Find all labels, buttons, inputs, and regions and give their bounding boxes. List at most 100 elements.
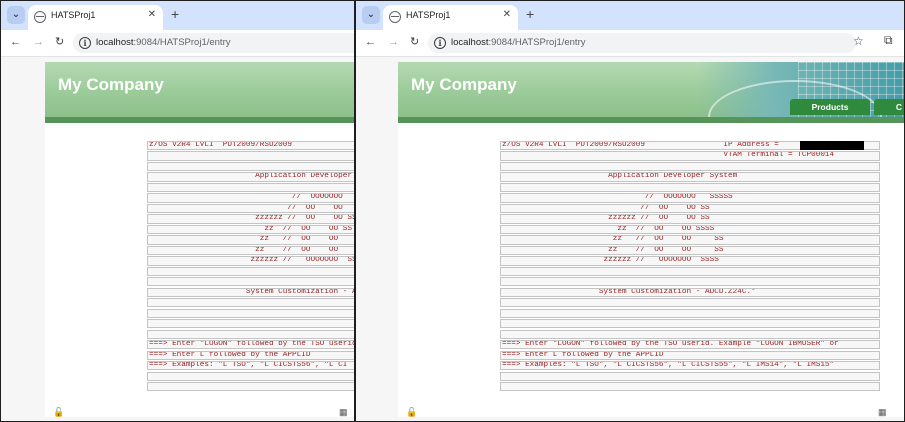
terminal-line — [147, 182, 354, 193]
terminal-line: zzzzzz // OOOOOOO SSSS — [147, 256, 354, 266]
terminal-line: VTAM Terminal = TCP00014 — [500, 151, 880, 161]
bookmark-star-icon[interactable]: ☆ — [853, 34, 864, 48]
close-icon[interactable]: ✕ — [148, 9, 156, 20]
ip-address-redaction — [800, 141, 864, 150]
site-info-icon[interactable]: i — [434, 37, 446, 49]
terminal-line — [147, 266, 354, 276]
globe-icon — [34, 11, 46, 23]
terminal-line: zz // OO OO SS — [500, 245, 880, 256]
page-viewport: My Company z/OS V2R4 LVLI PUT2009/RSU200… — [1, 57, 354, 421]
reload-icon[interactable]: ↻ — [55, 35, 64, 49]
tab-strip: ⌄ HATSProj1 ✕ + — [1, 1, 354, 30]
terminal-line — [500, 319, 880, 329]
browser-window-right: ⌄ HATSProj1 ✕ + ← → ↻ i localhost:9084/H… — [356, 1, 904, 421]
terminal-line: ===> Enter L followed by the APPLID — [500, 350, 880, 360]
terminal-line: // OO OO SS — [500, 203, 880, 214]
address-bar[interactable]: i localhost:9084/HATSProj1/entry — [428, 33, 856, 53]
terminal-line: zz // OO OO SS — [500, 235, 880, 245]
terminal-line — [147, 277, 354, 287]
terminal-line — [500, 382, 880, 392]
terminal-line: zzzzzz // OO OO SS — [500, 214, 880, 224]
address-bar[interactable]: i localhost:9084/HATSProj1/entry — [73, 33, 354, 53]
url-text: localhost:9084/HATSProj1/entry — [451, 37, 585, 48]
terminal-line: System Customization - ADCD.Z24C.* — [500, 287, 880, 297]
terminal-line: // OOOOOOO SSSSS — [500, 193, 880, 203]
terminal-screen: z/OS V2R4 LVLI PUT2009/RSU2009 Applicati… — [147, 141, 354, 405]
terminal-line — [500, 298, 880, 308]
tab-title: HATSProj1 — [406, 10, 451, 20]
terminal-line — [500, 329, 880, 339]
url-host: localhost — [451, 37, 489, 48]
terminal-line: zzzzzz // OOOOOOO SSSS — [500, 256, 880, 266]
company-name: My Company — [58, 75, 164, 94]
hats-page: My Company z/OS V2R4 LVLI PUT2009/RSU200… — [45, 62, 354, 417]
company-banner: My Company — [45, 62, 354, 117]
banner-strip — [398, 117, 904, 123]
terminal-line — [500, 161, 880, 172]
hats-page: My Company Products C z/OS V2R4 LVLI PUT… — [398, 62, 904, 417]
second-nav-tab[interactable]: C — [874, 99, 904, 115]
terminal-line: ===> Examples: "L TSO", "L CICSTS56", "L… — [500, 361, 880, 371]
terminal-line — [500, 182, 880, 193]
terminal-line — [147, 319, 354, 329]
page-viewport: My Company Products C z/OS V2R4 LVLI PUT… — [356, 57, 904, 421]
tab-title: HATSProj1 — [51, 10, 96, 20]
terminal-line: zz // OO OO SS — [147, 224, 354, 235]
extensions-icon[interactable]: ⧉ — [884, 33, 893, 48]
terminal-line — [147, 151, 354, 161]
browser-toolbar: ← → ↻ i localhost:9084/HATSProj1/entry — [356, 30, 904, 57]
terminal-line — [147, 382, 354, 392]
company-banner: My Company Products C — [398, 62, 904, 117]
terminal-line: // OO OO — [147, 203, 354, 214]
unlock-icon[interactable]: 🔓 — [53, 407, 64, 418]
reload-icon[interactable]: ↻ — [410, 35, 419, 49]
terminal-screen: z/OS V2R4 LVLI PUT2009/RSU2009 IP Addres… — [500, 141, 880, 405]
products-tab[interactable]: Products — [790, 99, 870, 115]
terminal-line: System Customization - AD — [147, 287, 354, 297]
new-tab-button[interactable]: + — [171, 6, 179, 22]
terminal-line: z/OS V2R4 LVLI PUT2009/RSU2009 — [147, 141, 354, 151]
browser-toolbar: ← → ↻ i localhost:9084/HATSProj1/entry — [1, 30, 354, 57]
forward-arrow-icon[interactable]: → — [388, 35, 399, 49]
terminal-line — [147, 298, 354, 308]
terminal-line — [147, 371, 354, 381]
terminal-line — [147, 161, 354, 172]
globe-icon — [389, 11, 401, 23]
terminal-line: ===> Examples: "L TSO", "L CICSTS56", "L… — [147, 361, 354, 371]
terminal-line — [500, 308, 880, 318]
tab-search-button[interactable]: ⌄ — [7, 6, 25, 24]
terminal-line: ===> Enter "LOGON" followed by the TSO u… — [147, 340, 354, 350]
terminal-line: zzzzzz // OO OO SS — [147, 214, 354, 224]
terminal-line: // OOOOOOO — [147, 193, 354, 203]
forward-arrow-icon[interactable]: → — [33, 35, 44, 49]
url-host: localhost — [96, 37, 134, 48]
terminal-line: zz // OO OO SSSS — [500, 224, 880, 235]
terminal-line — [500, 371, 880, 381]
terminal-line: zz // OO OO — [147, 245, 354, 256]
screenshot-frame: ⌄ HATSProj1 ✕ + ← → ↻ i localhost:9084/H… — [0, 0, 905, 422]
keyboard-icon[interactable]: ▦ — [878, 407, 887, 418]
back-arrow-icon[interactable]: ← — [10, 35, 21, 49]
url-path: :9084/HATSProj1/entry — [488, 37, 586, 48]
terminal-line: Application Developer System — [500, 172, 880, 182]
back-arrow-icon[interactable]: ← — [365, 35, 376, 49]
close-icon[interactable]: ✕ — [503, 9, 511, 20]
terminal-line: zz // OO OO — [147, 235, 354, 245]
keyboard-icon[interactable]: ▦ — [339, 407, 348, 418]
banner-strip — [45, 117, 354, 123]
url-text: localhost:9084/HATSProj1/entry — [96, 37, 230, 48]
site-info-icon[interactable]: i — [79, 37, 91, 49]
browser-window-left: ⌄ HATSProj1 ✕ + ← → ↻ i localhost:9084/H… — [1, 1, 354, 421]
new-tab-button[interactable]: + — [526, 6, 534, 22]
url-path: :9084/HATSProj1/entry — [133, 37, 231, 48]
unlock-icon[interactable]: 🔓 — [406, 407, 417, 418]
terminal-line: Application Developer — [147, 172, 354, 182]
terminal-line — [500, 266, 880, 276]
terminal-line: ===> Enter L followed by the APPLID — [147, 350, 354, 360]
tab-hatsproj1[interactable]: HATSProj1 ✕ — [383, 5, 518, 30]
tab-hatsproj1[interactable]: HATSProj1 ✕ — [28, 5, 163, 30]
terminal-line — [147, 308, 354, 318]
tab-search-button[interactable]: ⌄ — [362, 6, 380, 24]
terminal-line: ===> Enter "LOGON" followed by the TSO u… — [500, 340, 880, 350]
terminal-line — [500, 277, 880, 287]
